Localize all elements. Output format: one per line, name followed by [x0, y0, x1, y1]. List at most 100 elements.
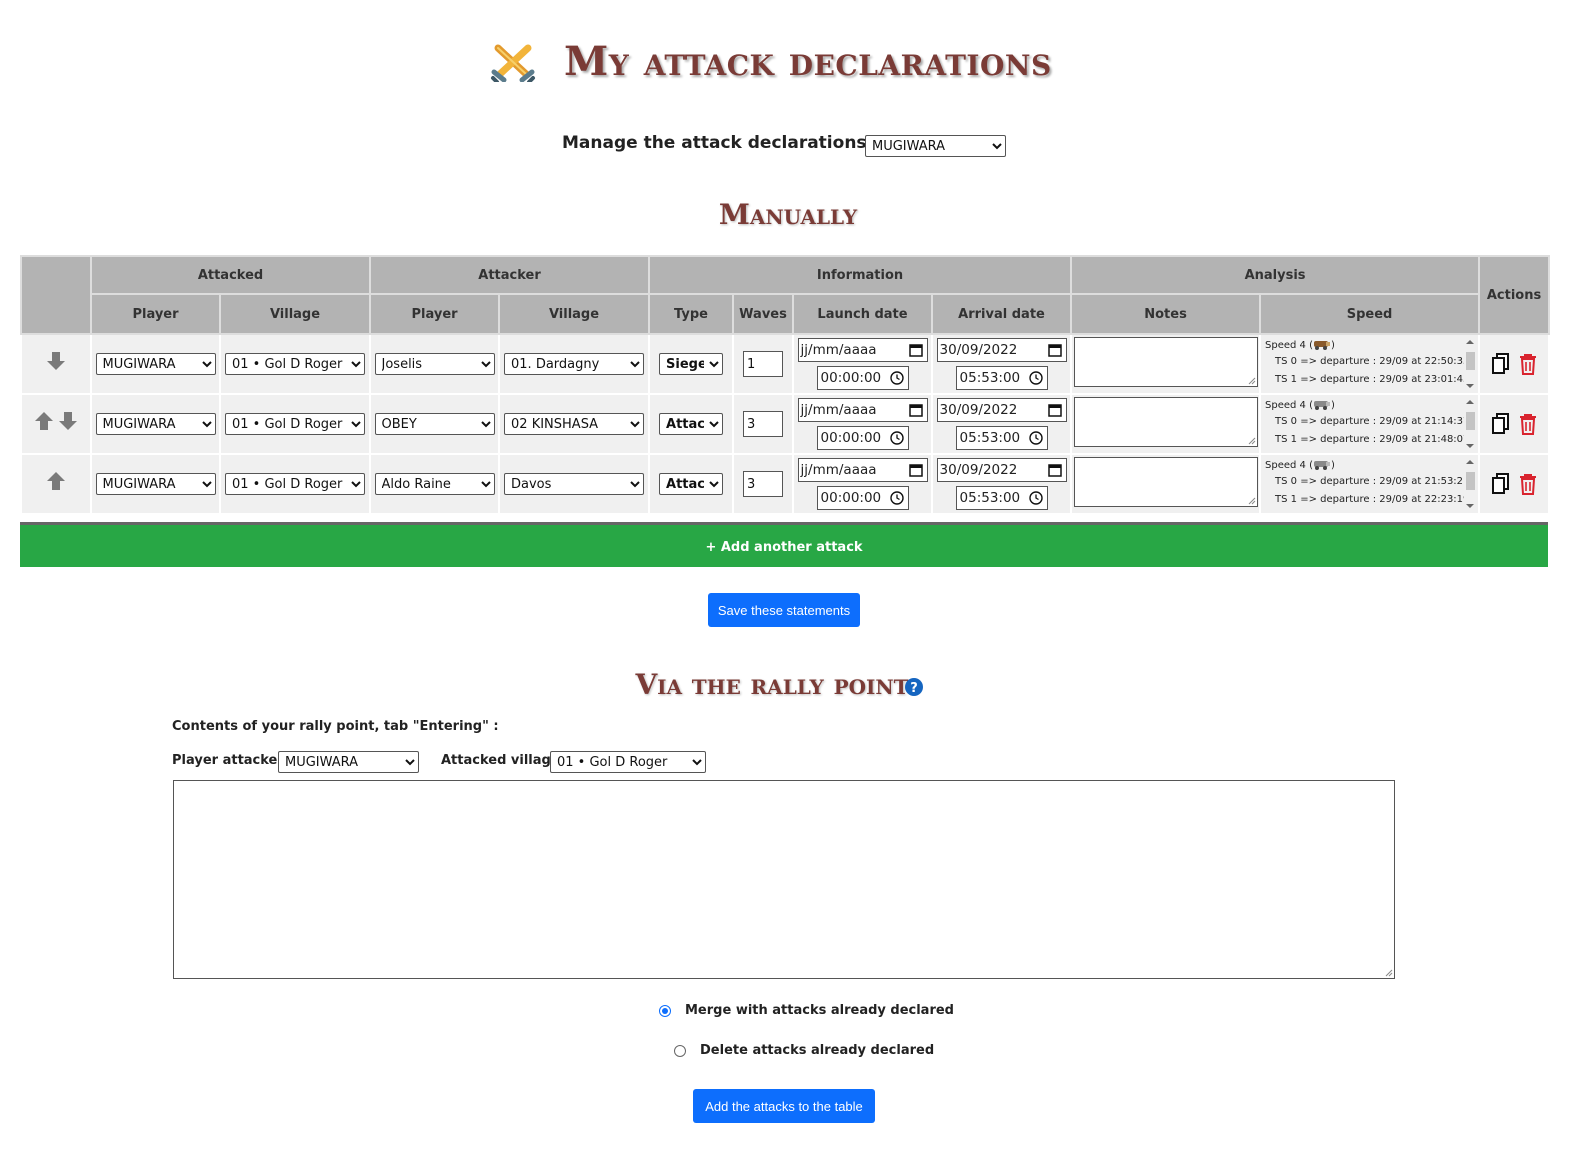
type-select[interactable]: Siege	[659, 353, 724, 376]
speed-scrollbar[interactable]	[1464, 458, 1477, 510]
attacker-player-select[interactable]: Aldo Raine	[374, 473, 495, 496]
ts0-departure: TS 0 => departure : 29/09 at 21:14:37	[1275, 416, 1470, 427]
manage-player-select[interactable]: MUGIWARA	[865, 135, 1006, 157]
speed-label: Speed 4 (	[1265, 460, 1313, 471]
copy-icon[interactable]	[1491, 413, 1510, 435]
notes-textarea[interactable]	[1073, 337, 1258, 387]
col-type: Type	[648, 293, 735, 335]
calendar-icon[interactable]	[1047, 463, 1062, 477]
launch-date-value: jj/mm/aaaa	[800, 402, 877, 418]
rally-point-textarea[interactable]	[173, 780, 1395, 979]
arrival-date-value: 30/09/2022	[939, 462, 1018, 478]
trash-icon[interactable]	[1519, 353, 1537, 375]
col-attacker-village: Village	[498, 293, 651, 335]
type-select[interactable]: Attack	[659, 473, 724, 496]
arrival-time-input[interactable]: 05:53:00	[955, 426, 1048, 450]
player-attacked-select[interactable]: MUGIWARA	[278, 751, 419, 773]
merge-label: Merge with attacks already declared	[685, 1003, 954, 1018]
calendar-icon[interactable]	[908, 463, 923, 477]
speed-label: Speed 4 (	[1265, 340, 1313, 351]
speed-scrollbar[interactable]	[1464, 398, 1477, 450]
attacked-player-select[interactable]: MUGIWARA	[95, 353, 216, 376]
arrival-time-input[interactable]: 05:53:00	[955, 486, 1048, 510]
trash-icon[interactable]	[1519, 473, 1537, 495]
arrival-date-input[interactable]: 30/09/2022	[936, 338, 1067, 362]
copy-icon[interactable]	[1491, 473, 1510, 495]
col-waves: Waves	[732, 293, 795, 335]
clock-icon[interactable]	[889, 491, 904, 505]
calendar-icon[interactable]	[1047, 403, 1062, 417]
table-row: MUGIWARA 01 • Gol D Roger OBEY 02 KINSHA…	[20, 393, 1551, 455]
launch-date-input[interactable]: jj/mm/aaaa	[797, 458, 928, 482]
clock-icon[interactable]	[1028, 431, 1043, 445]
launch-time-input[interactable]: 00:00:00	[816, 486, 909, 510]
launch-time-value: 00:00:00	[820, 430, 882, 446]
col-speed: Speed	[1259, 293, 1481, 335]
speed-scrollbar[interactable]	[1464, 338, 1477, 390]
page-header: My attack declarations	[0, 36, 1576, 96]
attacker-village-select[interactable]: 01. Dardagny	[504, 353, 645, 376]
resize-grip-icon[interactable]	[1385, 969, 1393, 977]
add-attacks-to-table-button[interactable]: Add the attacks to the table	[693, 1089, 875, 1123]
save-statements-button[interactable]: Save these statements	[708, 593, 860, 627]
ts1-departure: TS 1 => departure : 29/09 at 22:23:19	[1275, 494, 1470, 505]
arrow-up-icon[interactable]	[47, 471, 65, 491]
actions-cell	[1478, 453, 1551, 515]
clock-icon[interactable]	[1028, 371, 1043, 385]
launch-time-input[interactable]: 00:00:00	[816, 366, 909, 390]
ts0-departure: TS 0 => departure : 29/09 at 22:50:35	[1275, 356, 1470, 367]
attacked-player-select[interactable]: MUGIWARA	[95, 413, 216, 436]
group-attacker: Attacker	[369, 255, 651, 295]
arrival-date-input[interactable]: 30/09/2022	[936, 398, 1067, 422]
attacked-village-select[interactable]: 01 • Gol D Roger	[550, 751, 706, 773]
delete-radio[interactable]	[674, 1045, 686, 1057]
clock-icon[interactable]	[889, 431, 904, 445]
attacker-player-select[interactable]: OBEY	[374, 413, 495, 436]
ts0-departure: TS 0 => departure : 29/09 at 21:53:21	[1275, 476, 1470, 487]
group-information: Information	[648, 255, 1073, 295]
resize-grip-icon[interactable]	[1248, 497, 1256, 505]
waves-input[interactable]	[743, 471, 784, 497]
delete-label: Delete attacks already declared	[700, 1043, 935, 1058]
resize-grip-icon[interactable]	[1248, 377, 1256, 385]
svg-text:?: ?	[910, 681, 918, 696]
waves-input[interactable]	[743, 351, 784, 377]
notes-textarea[interactable]	[1073, 397, 1258, 447]
arrival-time-value: 05:53:00	[959, 490, 1021, 506]
add-attack-button[interactable]: + Add another attack	[20, 522, 1548, 567]
arrow-down-icon[interactable]	[59, 411, 77, 431]
attacker-player-select[interactable]: Joselis	[374, 353, 495, 376]
trash-icon[interactable]	[1519, 413, 1537, 435]
merge-radio[interactable]	[659, 1005, 671, 1017]
launch-date-input[interactable]: jj/mm/aaaa	[797, 338, 928, 362]
clock-icon[interactable]	[889, 371, 904, 385]
attacked-village-select[interactable]: 01 • Gol D Roger	[225, 473, 365, 496]
calendar-icon[interactable]	[908, 403, 923, 417]
attacker-village-select[interactable]: Davos	[504, 473, 645, 496]
calendar-icon[interactable]	[1047, 343, 1062, 357]
launch-time-input[interactable]: 00:00:00	[816, 426, 909, 450]
speed-analysis: Speed 4 () TS 0 => departure : 29/09 at …	[1261, 396, 1478, 452]
arrow-down-icon[interactable]	[47, 351, 65, 371]
attacker-village-select[interactable]: 02 KINSHASA	[504, 413, 645, 436]
launch-date-input[interactable]: jj/mm/aaaa	[797, 398, 928, 422]
resize-grip-icon[interactable]	[1248, 437, 1256, 445]
arrival-date-input[interactable]: 30/09/2022	[936, 458, 1067, 482]
arrow-up-icon[interactable]	[35, 411, 53, 431]
col-attacker-player: Player	[369, 293, 501, 335]
attacked-village-select[interactable]: 01 • Gol D Roger	[225, 353, 365, 376]
col-attacked-village: Village	[218, 293, 372, 335]
question-circle-icon[interactable]: ?	[904, 677, 924, 697]
notes-textarea[interactable]	[1073, 457, 1258, 507]
type-select[interactable]: Attack	[659, 413, 724, 436]
calendar-icon[interactable]	[908, 343, 923, 357]
attacked-village-select[interactable]: 01 • Gol D Roger	[225, 413, 365, 436]
rally-contents-label: Contents of your rally point, tab "Enter…	[172, 719, 499, 734]
copy-icon[interactable]	[1491, 353, 1510, 375]
attacked-player-select[interactable]: MUGIWARA	[95, 473, 216, 496]
waves-input[interactable]	[743, 411, 784, 437]
group-actions: Actions	[1478, 255, 1551, 335]
clock-icon[interactable]	[1028, 491, 1043, 505]
arrival-date-value: 30/09/2022	[939, 402, 1018, 418]
arrival-time-input[interactable]: 05:53:00	[955, 366, 1048, 390]
